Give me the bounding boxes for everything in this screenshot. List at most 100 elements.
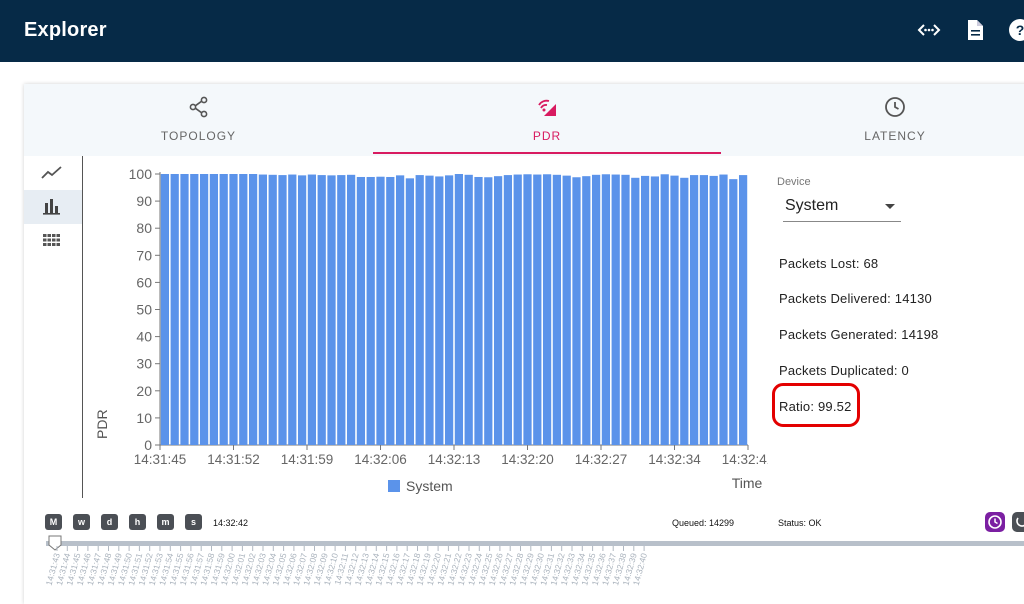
- bar: [209, 174, 219, 445]
- bar: [386, 176, 395, 445]
- x-tick-label: 14:32:41: [722, 452, 768, 467]
- timeline-ticks: 14:31:4314:31:4414:31:4514:31:4614:31:47…: [44, 546, 649, 586]
- x-tick-label: 14:32:20: [501, 452, 554, 467]
- x-axis-label: Time: [732, 475, 763, 491]
- bar: [288, 174, 297, 445]
- bar: [709, 175, 718, 445]
- bar: [660, 174, 669, 445]
- packets-duplicated: Packets Duplicated: 0: [779, 363, 909, 378]
- legend-label: System: [406, 478, 453, 494]
- y-tick-label: 20: [136, 383, 152, 399]
- bar: [484, 177, 493, 445]
- bar: [160, 174, 170, 445]
- bar: [542, 174, 552, 445]
- caret-down-icon: [885, 204, 895, 209]
- bar: [582, 176, 591, 445]
- bar: [229, 174, 238, 445]
- x-tick-label: 14:31:52: [207, 452, 260, 467]
- bar: [631, 177, 640, 445]
- y-tick-label: 10: [136, 410, 152, 426]
- bar: [199, 174, 209, 445]
- view-switcher: [24, 156, 83, 498]
- bar: [454, 174, 464, 445]
- bar: [327, 175, 336, 446]
- tab-pdr-label: PDR: [532, 129, 562, 143]
- tab-topology[interactable]: TOPOLOGY: [24, 84, 373, 156]
- timeline: M w d h m s 14:32:42 Queued: 14299 Statu…: [0, 510, 1024, 597]
- bar: [670, 175, 679, 445]
- line-chart-button[interactable]: [24, 156, 82, 190]
- y-tick-label: 100: [129, 166, 153, 182]
- bar: [248, 174, 258, 445]
- clock-icon: [884, 96, 906, 118]
- x-tick-label: 14:32:27: [575, 452, 628, 467]
- bar: [180, 174, 189, 445]
- bar: [493, 176, 503, 445]
- document-icon[interactable]: [963, 18, 987, 42]
- heatmap-icon: [43, 234, 60, 246]
- help-icon[interactable]: ?: [1008, 18, 1024, 42]
- tab-topology-label: TOPOLOGY: [160, 129, 237, 143]
- bar: [376, 176, 385, 445]
- x-tick-label: 14:31:59: [281, 452, 334, 467]
- bar: [268, 174, 277, 446]
- pdr-bar-chart: 0 10 20 30 40 50 60 70 80 90 100 PDR 14:31:45 14:31:5…: [94, 166, 768, 494]
- bar: [533, 174, 542, 445]
- app-bar: Explorer ?: [0, 0, 1024, 62]
- y-tick-label: 40: [136, 329, 152, 345]
- device-select[interactable]: System: [783, 192, 901, 222]
- bar: [307, 174, 317, 445]
- bar: [317, 175, 326, 446]
- bar-chart-icon: [43, 199, 60, 215]
- x-tick-label: 14:31:45: [134, 452, 187, 467]
- legend-swatch: [388, 480, 400, 492]
- bar: [337, 175, 346, 446]
- bar: [650, 176, 660, 445]
- svg-text:?: ?: [1016, 22, 1024, 38]
- bar: [719, 174, 728, 445]
- bar: [601, 174, 611, 445]
- bar: [297, 175, 307, 446]
- x-tick-label: 14:32:34: [648, 452, 701, 467]
- y-tick-label: 30: [136, 356, 152, 372]
- share-icon: [188, 96, 210, 118]
- bar: [219, 174, 228, 445]
- x-tick-label: 14:32:13: [428, 452, 481, 467]
- tab-latency[interactable]: LATENCY: [721, 84, 1024, 156]
- bar: [425, 175, 434, 445]
- app-title: Explorer: [24, 19, 107, 41]
- bar: [621, 174, 630, 446]
- bar: [523, 174, 532, 445]
- y-tick-label: 50: [136, 302, 152, 318]
- bar: [680, 177, 689, 445]
- tab-pdr[interactable]: PDR: [373, 84, 721, 156]
- bar: [278, 175, 287, 446]
- bar: [258, 174, 268, 445]
- packets-delivered: Packets Delivered: 14130: [779, 291, 932, 306]
- bar: [464, 174, 473, 446]
- bar: [474, 176, 483, 445]
- packets-generated: Packets Generated: 14198: [779, 327, 939, 342]
- bar: [435, 176, 444, 445]
- y-tick-label: 70: [136, 247, 152, 263]
- bar: [738, 175, 748, 446]
- bar: [552, 174, 562, 446]
- tab-bar: TOPOLOGY PDR LATENCY: [24, 84, 1024, 156]
- heatmap-button[interactable]: [24, 224, 82, 258]
- y-tick-label: 80: [136, 220, 152, 236]
- device-value: System: [785, 197, 839, 214]
- bar: [190, 174, 199, 445]
- y-tick-label: 0: [144, 437, 152, 453]
- device-label: Device: [777, 176, 811, 188]
- ratio-highlight: [772, 383, 860, 427]
- bar: [170, 174, 179, 445]
- bar: [729, 179, 738, 446]
- active-tab-indicator: [373, 152, 721, 154]
- bar: [640, 175, 650, 445]
- bar: [405, 178, 415, 445]
- code-icon[interactable]: [917, 18, 941, 42]
- bar: [572, 177, 581, 445]
- line-chart-icon: [41, 166, 62, 179]
- bar: [356, 176, 366, 445]
- bar-chart-button[interactable]: [24, 190, 82, 224]
